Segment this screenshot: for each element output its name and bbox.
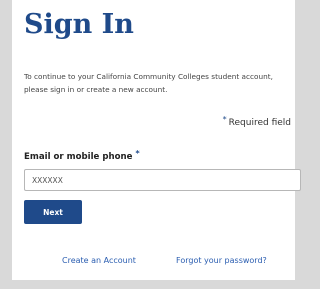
email-required-star: * [135,149,140,158]
required-note-label: Required field [228,118,291,128]
email-field-label: Email or mobile phone * [24,149,140,162]
required-field-note: * Required field [223,115,291,128]
email-field[interactable] [24,169,301,191]
page-title: Sign In [24,9,134,40]
email-label-text: Email or mobile phone [24,152,133,162]
required-star: * [222,115,227,124]
next-button[interactable]: Next [24,200,82,224]
intro-text: To continue to your California Community… [24,72,273,94]
forgot-password-link[interactable]: Forgot your password? [176,256,267,265]
sign-in-card: Sign In To continue to your California C… [12,0,301,280]
create-account-link[interactable]: Create an Account [62,256,136,265]
